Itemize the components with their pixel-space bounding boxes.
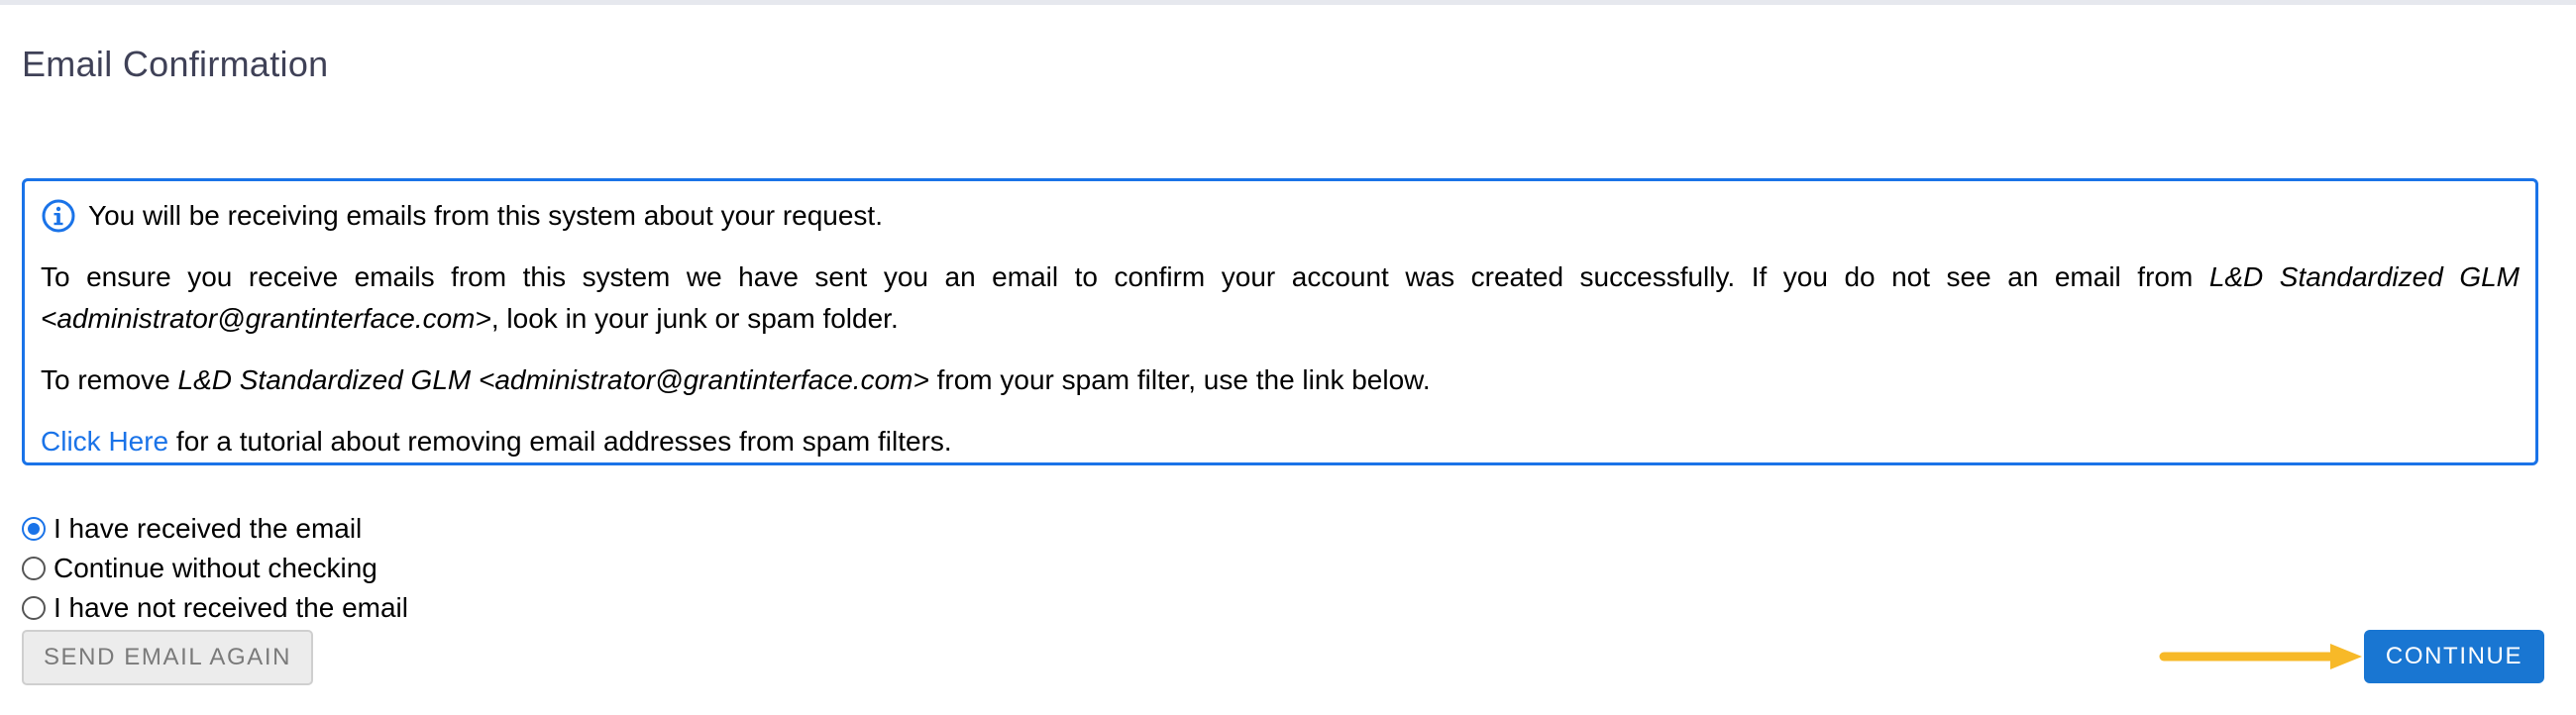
para1-text-b: , look in your junk or spam folder. (490, 303, 899, 334)
option-continue-without-checking-label[interactable]: Continue without checking (54, 553, 377, 584)
email-status-radio-group: I have received the email Continue witho… (22, 509, 408, 628)
radio-received[interactable] (22, 517, 46, 541)
para2-text-b: from your spam filter, use the link belo… (928, 364, 1431, 395)
top-border (0, 0, 2576, 5)
info-icon (42, 199, 75, 233)
tutorial-text: for a tutorial about removing email addr… (168, 426, 952, 457)
info-headline-row: You will be receiving emails from this s… (41, 195, 2520, 237)
continue-button[interactable]: CONTINUE (2364, 630, 2544, 683)
option-received-label[interactable]: I have received the email (54, 513, 362, 545)
click-here-link[interactable]: Click Here (41, 426, 168, 457)
info-paragraph-confirm: To ensure you receive emails from this s… (41, 256, 2520, 340)
para1-text-a: To ensure you receive emails from this s… (41, 261, 2209, 292)
para2-sender: L&D Standardized GLM <administrator@gran… (177, 364, 929, 395)
radio-not-received[interactable] (22, 596, 46, 620)
option-not-received[interactable]: I have not received the email (22, 588, 408, 628)
page-title: Email Confirmation (22, 44, 329, 84)
option-received[interactable]: I have received the email (22, 509, 408, 549)
option-continue-without-checking[interactable]: Continue without checking (22, 549, 408, 588)
info-headline: You will be receiving emails from this s… (88, 200, 883, 231)
info-paragraph-spam: To remove L&D Standardized GLM <administ… (41, 359, 2520, 401)
arrow-pointer-icon (2159, 644, 2362, 669)
send-email-again-button[interactable]: SEND EMAIL AGAIN (22, 630, 313, 685)
info-paragraph-tutorial: Click Here for a tutorial about removing… (41, 421, 2520, 462)
info-callout: You will be receiving emails from this s… (22, 178, 2538, 465)
radio-continue-without-checking[interactable] (22, 557, 46, 580)
option-not-received-label[interactable]: I have not received the email (54, 592, 408, 624)
para2-text-a: To remove (41, 364, 178, 395)
